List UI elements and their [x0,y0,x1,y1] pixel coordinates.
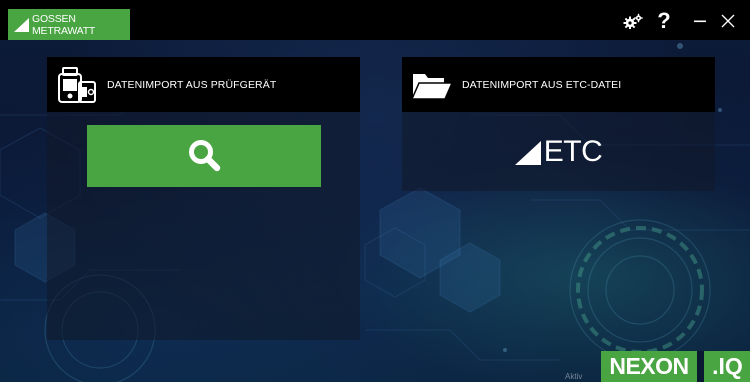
etc-file-button[interactable]: ETC [402,112,715,191]
product-logo: NEXON .IQ [601,351,750,382]
minimize-icon [694,20,706,23]
help-label: ? [657,8,671,33]
help-button[interactable]: ? [654,8,674,34]
etc-import-header: DATENIMPORT AUS ETC-DATEI [402,57,715,112]
etc-import-panel: DATENIMPORT AUS ETC-DATEI ETC [402,57,715,191]
close-button[interactable] [718,8,738,34]
product-logo-main: NEXON [601,351,697,382]
device-import-title: DATENIMPORT AUS PRÜFGERÄT [107,78,277,91]
product-logo-suffix: .IQ [704,351,750,382]
gears-icon [623,13,643,29]
device-search-button[interactable] [87,125,321,187]
close-icon [721,14,735,28]
brand-name: GOSSEN METRAWATT [32,12,96,37]
title-bar: GOSSEN METRAWATT ? [0,0,750,40]
activation-watermark: Aktiv [565,372,583,381]
folder-open-icon [402,57,462,112]
minimize-button[interactable] [690,8,710,34]
device-import-header: DATENIMPORT AUS PRÜFGERÄT [47,57,360,112]
search-icon [189,140,221,172]
etc-label: ETC [543,134,603,168]
etc-import-title: DATENIMPORT AUS ETC-DATEI [462,78,622,91]
test-device-icon [47,57,107,112]
settings-button[interactable] [620,8,646,34]
brand-logo: GOSSEN METRAWATT [8,9,130,40]
product-logo-separator [697,351,704,382]
device-import-panel: DATENIMPORT AUS PRÜFGERÄT [47,57,360,340]
brand-triangle-icon [14,17,29,32]
app-window: GOSSEN METRAWATT ? DATENIMPORT AUS PRÜFG… [0,0,750,382]
etc-triangle-icon [514,141,541,165]
